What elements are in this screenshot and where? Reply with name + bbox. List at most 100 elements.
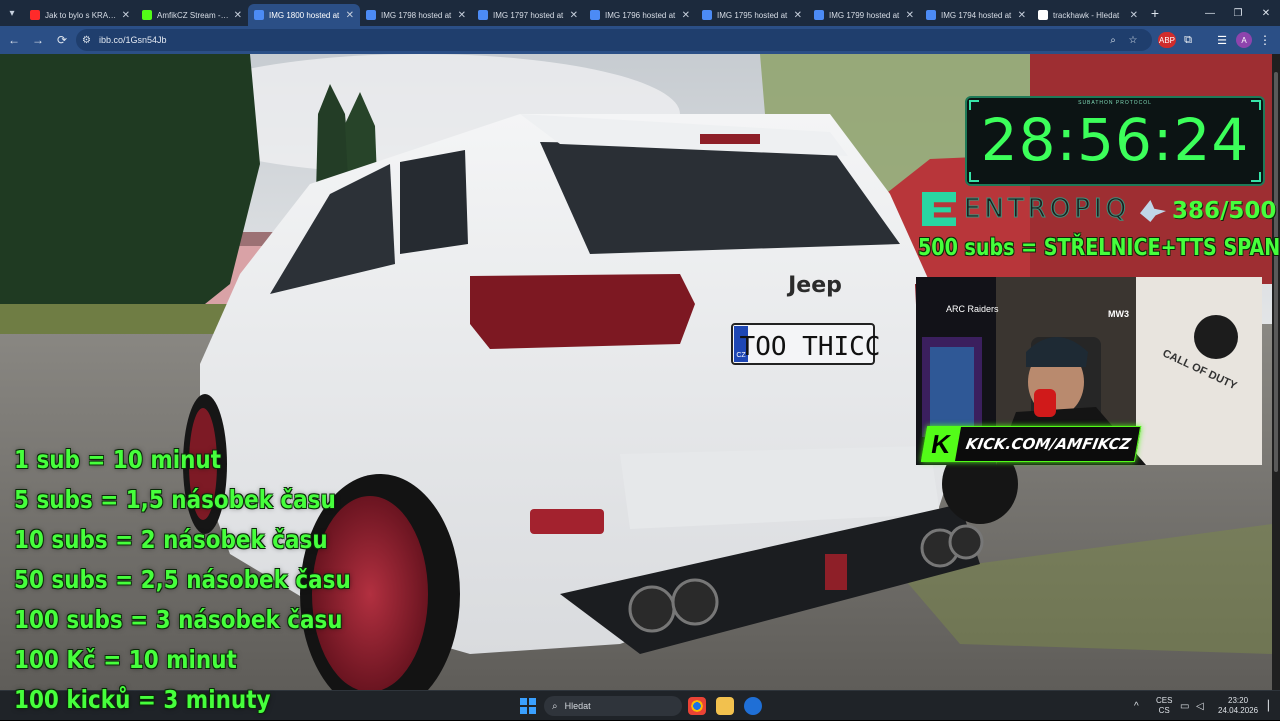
windows-start-icon[interactable]: [520, 698, 536, 714]
kick-logo-icon: K: [921, 427, 961, 461]
ibb-icon: [254, 10, 264, 20]
bookmark-star-icon[interactable]: ☆: [1124, 29, 1142, 51]
tab-title: IMG 1799 hosted at: [829, 10, 900, 20]
tab-title: IMG 1797 hosted at: [493, 10, 564, 20]
search-placeholder: Hledat: [564, 701, 591, 711]
corner-decoration: [969, 172, 979, 182]
address-bar[interactable]: ⚙ ibb.co/1Gsn54Jb ⌕ ☆: [76, 29, 1152, 51]
chrome-app-icon[interactable]: [688, 697, 706, 715]
menu-kebab-icon[interactable]: ⋮: [1258, 32, 1272, 48]
browser-tab[interactable]: IMG 1796 hosted at ✕: [584, 4, 696, 26]
ibb-icon: [366, 10, 376, 20]
rule-item: 10 subs = 2 násobek času: [14, 525, 328, 554]
language-indicator[interactable]: CES CS: [1156, 691, 1172, 721]
arc-raiders-sign: ARC Raiders: [946, 304, 999, 314]
tab-close-icon[interactable]: ✕: [234, 10, 242, 21]
tab-close-icon[interactable]: ✕: [794, 10, 802, 21]
ibb-icon: [814, 10, 824, 20]
kick-url: KICK.COM/AMFIKCZ: [964, 435, 1133, 453]
ibb-icon: [926, 10, 936, 20]
shark-icon: [1140, 200, 1166, 222]
sub-counter: 386/500: [1140, 198, 1276, 224]
forward-button[interactable]: →: [26, 26, 50, 54]
tab-title: IMG 1796 hosted at: [605, 10, 676, 20]
lang-top: CES: [1156, 696, 1173, 705]
tab-title: IMG 1795 hosted at: [717, 10, 788, 20]
taskbar-search[interactable]: ⌕ Hledat: [544, 696, 682, 716]
rule-item: 100 kicků = 3 minuty: [14, 685, 271, 714]
app-icon[interactable]: [744, 697, 762, 715]
tray-chevron-icon[interactable]: ^: [1134, 691, 1139, 721]
tab-close-icon[interactable]: ✕: [570, 10, 578, 21]
ibb-icon: [702, 10, 712, 20]
site-info-icon[interactable]: ⚙: [82, 35, 91, 46]
url-text: ibb.co/1Gsn54Jb: [98, 35, 167, 45]
sponsor-brand: ENTROPIQ: [922, 192, 1130, 226]
clock-time: 23:20: [1228, 696, 1249, 705]
new-tab-button[interactable]: +: [1144, 5, 1166, 21]
tab-close-icon[interactable]: ✕: [122, 10, 130, 21]
browser-tab[interactable]: trackhawk - Hledat ✕: [1032, 4, 1144, 26]
zoom-icon[interactable]: ⌕: [1104, 29, 1122, 51]
rule-item: 50 subs = 2,5 násobek času: [14, 565, 351, 594]
file-explorer-icon[interactable]: [716, 697, 734, 715]
profile-avatar[interactable]: A: [1236, 32, 1252, 48]
browser-tab[interactable]: IMG 1797 hosted at ✕: [472, 4, 584, 26]
tab-close-icon[interactable]: ✕: [682, 10, 690, 21]
tab-title: IMG 1800 hosted at: [269, 10, 340, 20]
browser-tab[interactable]: IMG 1799 hosted at ✕: [808, 4, 920, 26]
tab-close-icon[interactable]: ✕: [906, 10, 914, 21]
page-scrollbar[interactable]: [1272, 54, 1280, 690]
browser-tab[interactable]: Jak to bylo s KRADE ✕: [24, 4, 136, 26]
browser-tab[interactable]: AmfikCZ Stream - W ✕: [136, 4, 248, 26]
subathon-timer: SUBATHON PROTOCOL 28:56:24: [965, 96, 1265, 186]
minimize-button[interactable]: —: [1196, 0, 1224, 26]
back-button[interactable]: ←: [2, 26, 26, 54]
tab-close-icon[interactable]: ✕: [1018, 10, 1026, 21]
tab-close-icon[interactable]: ✕: [346, 10, 354, 21]
tab-close-icon[interactable]: ✕: [458, 10, 466, 21]
maximize-button[interactable]: ❐: [1224, 0, 1252, 26]
youtube-icon: [30, 10, 40, 20]
corner-decoration: [1251, 172, 1261, 182]
extensions-puzzle-icon[interactable]: ⧉: [1180, 32, 1196, 48]
scrollbar-thumb[interactable]: [1274, 72, 1278, 472]
volume-icon[interactable]: ◁: [1196, 691, 1204, 721]
tab-search-button[interactable]: ▾: [0, 0, 24, 26]
corner-decoration: [1251, 100, 1261, 110]
browser-tab[interactable]: IMG 1795 hosted at ✕: [696, 4, 808, 26]
subathon-rules: 1 sub = 10 minut 5 subs = 1,5 násobek ča…: [14, 440, 406, 720]
tab-title: IMG 1798 hosted at: [381, 10, 452, 20]
tab-title: AmfikCZ Stream - W: [157, 10, 230, 20]
jeep-badge: Jeep: [786, 273, 842, 298]
notifications-icon[interactable]: ▏: [1268, 691, 1276, 721]
browser-tab[interactable]: IMG 1798 hosted at ✕: [360, 4, 472, 26]
rule-item: 5 subs = 1,5 násobek času: [14, 485, 336, 514]
tab-title: Jak to bylo s KRADE: [45, 10, 118, 20]
browser-tab[interactable]: IMG 1794 hosted at ✕: [920, 4, 1032, 26]
rule-item: 100 Kč = 10 minut: [14, 645, 237, 674]
close-window-button[interactable]: ✕: [1252, 0, 1280, 26]
license-plate-text: TOO THICC: [740, 332, 881, 362]
network-icon[interactable]: ▭: [1180, 691, 1189, 721]
tab-title: IMG 1794 hosted at: [941, 10, 1012, 20]
lang-bottom: CS: [1158, 706, 1170, 715]
reading-list-icon[interactable]: ☰: [1214, 32, 1230, 48]
search-icon: ⌕: [552, 700, 558, 712]
sub-count-value: 386/500: [1172, 198, 1277, 224]
reload-button[interactable]: ⟳: [50, 26, 74, 54]
adblock-extension-icon[interactable]: ABP: [1158, 32, 1176, 48]
browser-tab[interactable]: IMG 1800 hosted at ✕: [248, 4, 360, 26]
tab-close-icon[interactable]: ✕: [1130, 10, 1138, 21]
tab-strip: ▾ Jak to bylo s KRADE ✕ AmfikCZ Stream - W…: [0, 0, 1280, 26]
tab-title: trackhawk - Hledat: [1053, 10, 1120, 20]
ibb-icon: [590, 10, 600, 20]
kick-icon: [142, 10, 152, 20]
toolbar: ← → ⟳ ⚙ ibb.co/1Gsn54Jb ⌕ ☆ ABP ⧉ ☰ A ⋮: [0, 26, 1280, 54]
google-icon: [1038, 10, 1048, 20]
corner-decoration: [969, 100, 979, 110]
timer-value: 28:56:24: [980, 106, 1250, 174]
mw3-sign: MW3: [1108, 309, 1129, 319]
ibb-icon: [478, 10, 488, 20]
clock[interactable]: 23:20 24.04.2026: [1218, 691, 1258, 721]
